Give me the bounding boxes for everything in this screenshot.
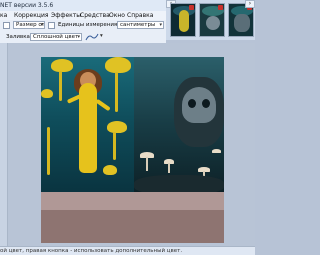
status-text: ой цвет, правая кнопка - использовать до… [0, 248, 183, 254]
antialias-icon[interactable] [85, 33, 99, 41]
menu-item-adjustments[interactable]: Коррекция [14, 12, 48, 19]
jellyfish-shape [105, 57, 131, 73]
artwork-right-panel [134, 57, 224, 192]
close-tab-icon[interactable] [218, 5, 223, 10]
figure-arm [95, 98, 111, 112]
thumbnail-figure [179, 10, 189, 32]
units-label: Единицы измерения: [58, 22, 120, 28]
thumbnail-figure [234, 14, 250, 32]
menu-item-effects[interactable]: Эффекты [51, 12, 81, 19]
close-tab-icon[interactable] [189, 5, 194, 10]
figure-body [79, 83, 97, 173]
artwork-left-panel [41, 57, 134, 192]
fill-value: Сплошной цвет [33, 34, 79, 40]
jellyfish-shape [103, 165, 117, 175]
chevron-down-icon: ▾ [40, 22, 43, 28]
skull-shape [182, 87, 216, 123]
ruler-icon[interactable] [48, 22, 55, 29]
menu-item-image[interactable]: ка [0, 12, 7, 19]
fill-label: Заливка: [6, 34, 32, 40]
window-title: NET версии 3.5.6 [0, 2, 54, 9]
menu-item-window[interactable]: Окно [109, 12, 125, 19]
skull-eye [202, 99, 210, 108]
chevron-down-icon[interactable]: ▾ [100, 33, 103, 39]
image-tab-thumbnail[interactable] [170, 3, 196, 37]
image-tab-thumbnail[interactable] [228, 3, 254, 37]
skull-eye [188, 99, 196, 108]
tab-next-button[interactable]: › [245, 0, 255, 8]
size-combo[interactable]: Размер ст ▾ [13, 21, 45, 29]
menu-item-tools[interactable]: Средства [80, 12, 110, 19]
mushroom-stem [168, 163, 170, 173]
mushroom-stem [146, 157, 148, 171]
status-bar: ой цвет, правая кнопка - использовать до… [0, 246, 255, 255]
chevron-down-icon: ▾ [77, 34, 80, 40]
options-toolbar: Размер ст ▾ Единицы измерения: сантиметр… [0, 20, 166, 31]
tentacle-shape [59, 71, 62, 101]
tentacle-shape [115, 72, 118, 112]
units-value: сантиметры [120, 22, 156, 28]
seafloor-shape [134, 175, 224, 192]
image-canvas[interactable] [41, 57, 224, 243]
tool-preset-icon[interactable] [3, 22, 10, 29]
thumbnail-figure [206, 16, 220, 30]
units-select[interactable]: сантиметры ▾ [117, 21, 164, 29]
mushroom-cap [212, 149, 221, 153]
menu-item-help[interactable]: Справка [127, 12, 153, 19]
image-tab-thumbnail[interactable] [199, 3, 225, 37]
fill-toolbar: Заливка: Сплошной цвет ▾ ▾ [0, 31, 166, 43]
menu-bar: ка Коррекция Эффекты Средства Окно Справ… [0, 11, 166, 20]
tentacle-shape [47, 127, 50, 175]
tentacle-shape [113, 132, 116, 160]
fill-select[interactable]: Сплошной цвет ▾ [30, 33, 82, 41]
jellyfish-shape [41, 89, 53, 98]
canvas-dark-strip [41, 210, 224, 243]
jellyfish-shape [51, 59, 73, 72]
tools-strip [0, 43, 8, 246]
jellyfish-shape [107, 121, 127, 133]
canvas-light-strip [41, 192, 224, 210]
image-tabs: ‹ › [166, 0, 255, 40]
chevron-down-icon: ▾ [159, 22, 162, 28]
